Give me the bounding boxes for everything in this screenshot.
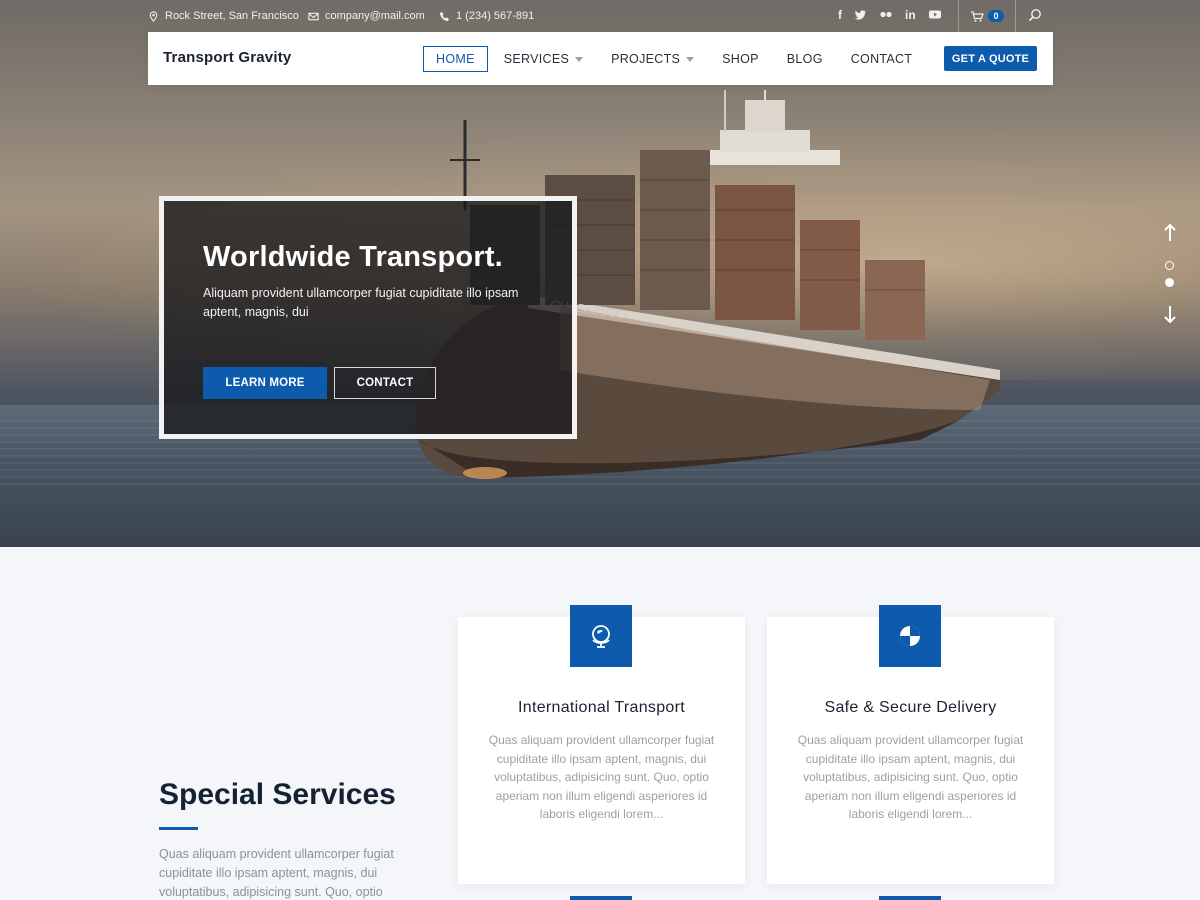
service-card-title: International Transport bbox=[518, 699, 685, 716]
search-icon bbox=[1028, 9, 1041, 22]
nav-item-services[interactable]: SERVICES bbox=[492, 47, 595, 71]
nav-item-label: BLOG bbox=[786, 52, 823, 66]
service-icon-box bbox=[879, 605, 941, 667]
next-card-icon-edge bbox=[570, 896, 632, 900]
top-bar: Rock Street, San Francisco company@mail.… bbox=[148, 0, 1053, 32]
hero-text: Aliquam provident ullamcorper fugiat cup… bbox=[203, 286, 519, 319]
youtube-icon[interactable] bbox=[928, 8, 942, 21]
search-button[interactable] bbox=[1028, 8, 1042, 25]
site-brand[interactable]: Transport Gravity bbox=[163, 49, 291, 66]
slider-dot-1[interactable] bbox=[1165, 261, 1174, 270]
flickr-icon[interactable] bbox=[879, 8, 893, 21]
section-heading: Special Services bbox=[159, 778, 396, 811]
service-card[interactable]: Safe & Secure Delivery Quas aliquam prov… bbox=[767, 605, 1054, 884]
service-card[interactable]: International Transport Quas aliquam pro… bbox=[458, 605, 745, 884]
main-navigation: Transport Gravity HOME SERVICES PROJECTS… bbox=[148, 32, 1053, 85]
nav-menu: HOME SERVICES PROJECTS SHOP BLOG CONTACT bbox=[423, 46, 928, 72]
nav-item-home[interactable]: HOME bbox=[423, 46, 488, 72]
cart-button[interactable]: 0 bbox=[958, 0, 1016, 32]
service-card-text: Quas aliquam provident ullamcorper fugia… bbox=[797, 733, 1024, 822]
cart-count-badge: 0 bbox=[988, 10, 1004, 22]
hero-title: Worldwide Transport. bbox=[203, 241, 503, 273]
globe-icon bbox=[592, 625, 610, 648]
email-text[interactable]: company@mail.com bbox=[325, 10, 425, 22]
service-icon-box bbox=[570, 605, 632, 667]
nav-item-label: PROJECTS bbox=[611, 52, 681, 66]
mail-icon bbox=[308, 12, 319, 20]
service-card-title: Safe & Secure Delivery bbox=[824, 699, 997, 716]
get-quote-button[interactable]: GET A QUOTE bbox=[944, 46, 1037, 71]
map-pin-icon bbox=[149, 10, 158, 22]
email-info[interactable]: company@mail.com bbox=[308, 10, 425, 22]
arrow-down-icon[interactable] bbox=[1163, 305, 1177, 323]
slider-controls bbox=[1160, 224, 1180, 324]
slider-dot-2-active[interactable] bbox=[1165, 278, 1174, 287]
nav-item-label: SERVICES bbox=[503, 52, 570, 66]
contact-button[interactable]: CONTACT bbox=[334, 367, 436, 399]
nav-item-blog[interactable]: BLOG bbox=[775, 47, 835, 71]
shield-icon bbox=[900, 626, 920, 646]
cart-icon bbox=[971, 10, 985, 22]
chevron-down-icon bbox=[686, 56, 695, 62]
social-links: f in bbox=[838, 8, 942, 22]
nav-item-contact[interactable]: CONTACT bbox=[839, 47, 925, 71]
nav-item-label: HOME bbox=[436, 52, 475, 66]
nav-item-label: SHOP bbox=[722, 52, 759, 66]
nav-item-label: CONTACT bbox=[850, 52, 913, 66]
arrow-up-icon[interactable] bbox=[1163, 224, 1177, 242]
linkedin-icon[interactable]: in bbox=[905, 8, 916, 22]
address-text: Rock Street, San Francisco bbox=[165, 10, 299, 22]
phone-icon bbox=[439, 11, 450, 21]
next-card-icon-edge bbox=[879, 896, 941, 900]
address-info: Rock Street, San Francisco bbox=[148, 10, 299, 22]
phone-info[interactable]: 1 (234) 567-891 bbox=[439, 10, 534, 22]
section-text: Quas aliquam provident ullamcorper fugia… bbox=[159, 847, 394, 899]
facebook-icon[interactable]: f bbox=[838, 8, 842, 22]
twitter-icon[interactable] bbox=[854, 8, 867, 21]
service-card-text: Quas aliquam provident ullamcorper fugia… bbox=[488, 733, 715, 822]
heading-underline bbox=[159, 827, 198, 830]
special-services-intro: Special Services Quas aliquam provident … bbox=[159, 778, 396, 899]
phone-text[interactable]: 1 (234) 567-891 bbox=[456, 10, 534, 22]
nav-item-projects[interactable]: PROJECTS bbox=[599, 47, 706, 71]
hero-caption-box: Worldwide Transport. Aliquam provident u… bbox=[159, 196, 577, 439]
chevron-down-icon bbox=[575, 56, 584, 62]
nav-item-shop[interactable]: SHOP bbox=[710, 47, 771, 71]
learn-more-button[interactable]: LEARN MORE bbox=[203, 367, 327, 399]
